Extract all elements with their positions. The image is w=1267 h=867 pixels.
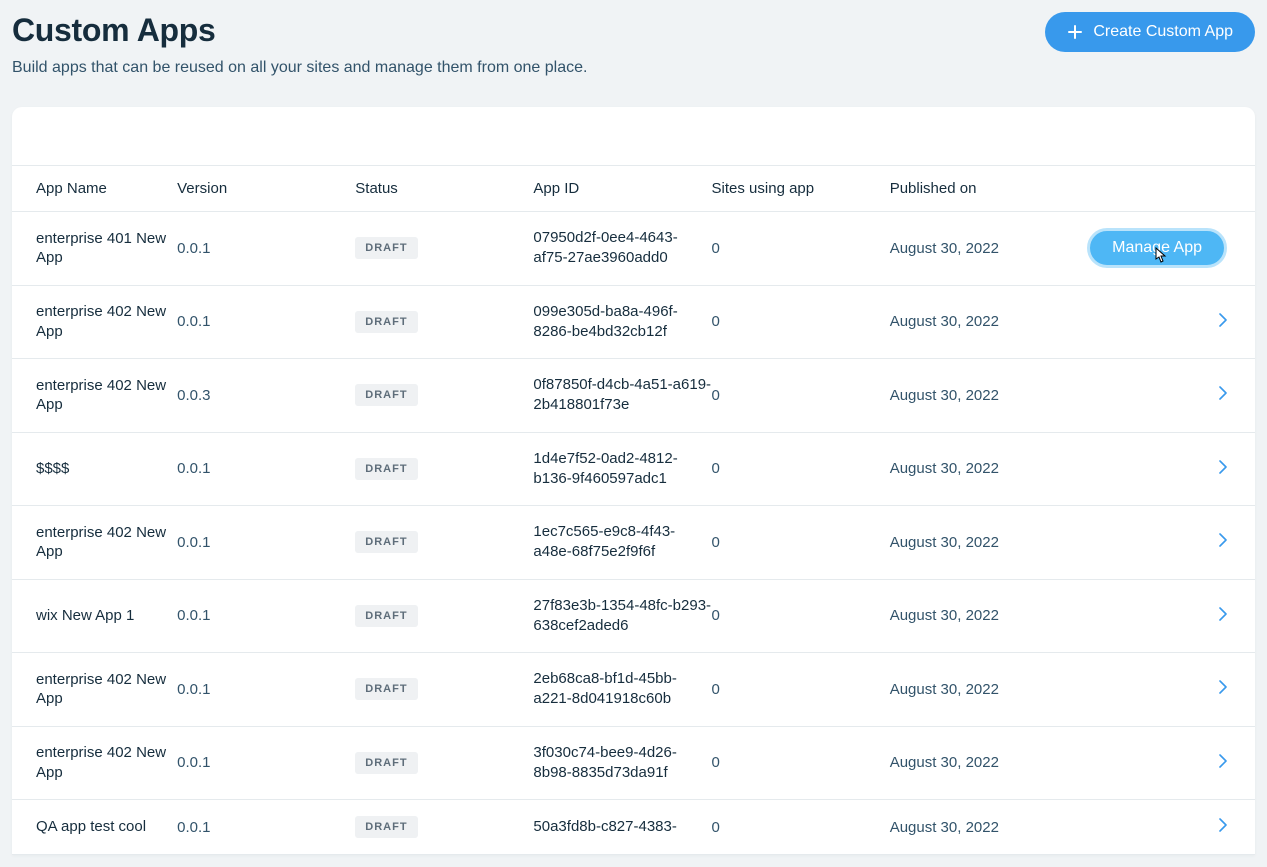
app-name: enterprise 402 New App [36, 743, 177, 782]
sites-count: 0 [712, 285, 890, 359]
chevron-right-icon[interactable] [1060, 460, 1227, 474]
plus-icon [1067, 24, 1083, 40]
status-badge: DRAFT [355, 384, 417, 406]
published-date: August 30, 2022 [890, 359, 1060, 433]
chevron-right-icon[interactable] [1060, 386, 1227, 400]
app-version: 0.0.1 [177, 726, 355, 800]
app-name: enterprise 402 New App [36, 376, 177, 415]
published-date: August 30, 2022 [890, 653, 1060, 727]
app-version: 0.0.1 [177, 212, 355, 286]
table-header-row: App Name Version Status App ID Sites usi… [12, 166, 1255, 212]
chevron-right-icon[interactable] [1060, 313, 1227, 327]
col-header-version[interactable]: Version [177, 166, 355, 212]
col-header-sites[interactable]: Sites using app [712, 166, 890, 212]
app-name: QA app test cool [36, 817, 177, 837]
app-name: enterprise 401 New App [36, 229, 177, 268]
app-name: enterprise 402 New App [36, 302, 177, 341]
apps-panel: App Name Version Status App ID Sites usi… [12, 107, 1255, 855]
published-date: August 30, 2022 [890, 506, 1060, 580]
col-header-id[interactable]: App ID [533, 166, 711, 212]
table-row[interactable]: enterprise 402 New App0.0.1DRAFT 2eb68ca8… [12, 653, 1255, 727]
status-badge: DRAFT [355, 605, 417, 627]
table-row[interactable]: enterprise 402 New App0.0.1DRAFT 099e305d… [12, 285, 1255, 359]
page-subtitle: Build apps that can be reused on all you… [12, 59, 587, 77]
status-badge: DRAFT [355, 752, 417, 774]
table-row[interactable]: enterprise 402 New App0.0.3DRAFT 0f87850f… [12, 359, 1255, 433]
apps-table: App Name Version Status App ID Sites usi… [12, 165, 1255, 855]
app-id: 1d4e7f52-0ad2-4812-b136-9f460597adc1 [533, 449, 711, 490]
sites-count: 0 [712, 212, 890, 286]
sites-count: 0 [712, 506, 890, 580]
status-badge: DRAFT [355, 311, 417, 333]
app-id: 0f87850f-d4cb-4a51-a619-2b418801f73e [533, 375, 711, 416]
sites-count: 0 [712, 432, 890, 506]
app-id: 2eb68ca8-bf1d-45bb-a221-8d041918c60b [533, 669, 711, 710]
app-version: 0.0.1 [177, 800, 355, 855]
sites-count: 0 [712, 800, 890, 855]
app-id: 1ec7c565-e9c8-4f43-a48e-68f75e2f9f6f [533, 522, 711, 563]
app-version: 0.0.1 [177, 579, 355, 653]
app-name: wix New App 1 [36, 606, 177, 626]
chevron-right-icon[interactable] [1060, 754, 1227, 768]
status-badge: DRAFT [355, 531, 417, 553]
sites-count: 0 [712, 359, 890, 433]
page-header: Custom Apps Build apps that can be reuse… [12, 12, 1255, 91]
published-date: August 30, 2022 [890, 579, 1060, 653]
table-row[interactable]: wix New App 10.0.1DRAFT 27f83e3b-1354-48f… [12, 579, 1255, 653]
app-id: 3f030c74-bee9-4d26-8b98-8835d73da91f [533, 743, 711, 784]
table-row[interactable]: enterprise 401 New App0.0.1DRAFT 07950d2f… [12, 212, 1255, 286]
published-date: August 30, 2022 [890, 726, 1060, 800]
sites-count: 0 [712, 653, 890, 727]
chevron-right-icon[interactable] [1060, 680, 1227, 694]
app-version: 0.0.1 [177, 432, 355, 506]
col-header-published[interactable]: Published on [890, 166, 1060, 212]
manage-app-button[interactable]: Manage App [1087, 228, 1227, 268]
app-id: 27f83e3b-1354-48fc-b293-638cef2aded6 [533, 596, 711, 637]
app-name: enterprise 402 New App [36, 670, 177, 709]
col-header-name[interactable]: App Name [12, 166, 177, 212]
table-row[interactable]: QA app test cool0.0.1DRAFT 50a3fd8b-c827-… [12, 800, 1255, 855]
table-row[interactable]: enterprise 402 New App0.0.1DRAFT 3f030c74… [12, 726, 1255, 800]
app-name: enterprise 402 New App [36, 523, 177, 562]
sites-count: 0 [712, 579, 890, 653]
create-custom-app-button[interactable]: Create Custom App [1045, 12, 1255, 52]
app-id: 099e305d-ba8a-496f-8286-be4bd32cb12f [533, 302, 711, 343]
app-id: 07950d2f-0ee4-4643-af75-27ae3960add0 [533, 228, 711, 269]
table-row[interactable]: enterprise 402 New App0.0.1DRAFT 1ec7c565… [12, 506, 1255, 580]
table-row[interactable]: $$$$0.0.1DRAFT 1d4e7f52-0ad2-4812-b136-9f… [12, 432, 1255, 506]
sites-count: 0 [712, 726, 890, 800]
app-name: $$$$ [36, 459, 177, 479]
app-version: 0.0.1 [177, 285, 355, 359]
published-date: August 30, 2022 [890, 432, 1060, 506]
published-date: August 30, 2022 [890, 800, 1060, 855]
published-date: August 30, 2022 [890, 285, 1060, 359]
chevron-right-icon[interactable] [1060, 533, 1227, 547]
app-version: 0.0.1 [177, 653, 355, 727]
status-badge: DRAFT [355, 237, 417, 259]
page-title: Custom Apps [12, 12, 587, 49]
status-badge: DRAFT [355, 678, 417, 700]
status-badge: DRAFT [355, 458, 417, 480]
app-version: 0.0.3 [177, 359, 355, 433]
create-custom-app-label: Create Custom App [1093, 23, 1233, 41]
published-date: August 30, 2022 [890, 212, 1060, 286]
status-badge: DRAFT [355, 816, 417, 838]
col-header-status[interactable]: Status [355, 166, 533, 212]
chevron-right-icon[interactable] [1060, 818, 1227, 832]
app-version: 0.0.1 [177, 506, 355, 580]
chevron-right-icon[interactable] [1060, 607, 1227, 621]
app-id: 50a3fd8b-c827-4383- [533, 817, 711, 837]
